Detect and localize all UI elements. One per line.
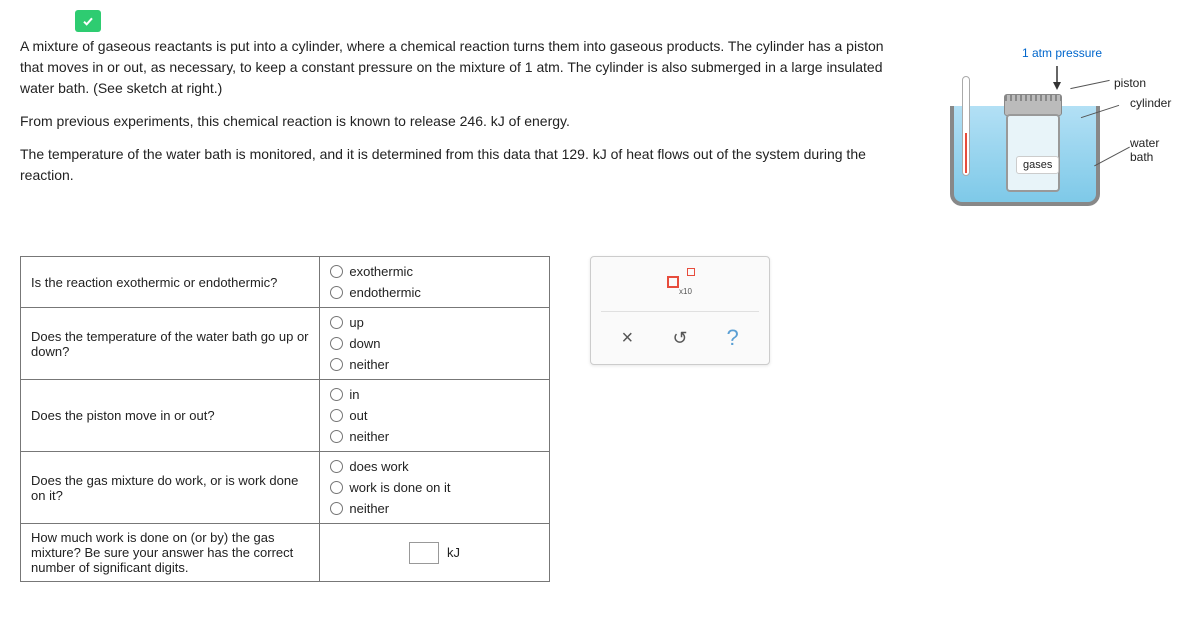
radio-input[interactable] <box>330 316 343 329</box>
question-prompt-1: Is the reaction exothermic or endothermi… <box>21 257 320 308</box>
radio-option-out[interactable]: out <box>330 405 539 426</box>
question-prompt-2: Does the temperature of the water bath g… <box>21 308 320 380</box>
answer-cell-2: up down neither <box>320 308 550 380</box>
radio-label: does work <box>349 459 408 474</box>
controls-row-bottom: × ↺ ? <box>601 311 759 354</box>
piston-label: piston <box>1114 76 1146 90</box>
question-icon: ? <box>727 325 739 351</box>
gases-label: gases <box>1016 156 1059 174</box>
pressure-label: 1 atm pressure <box>1022 46 1102 60</box>
radio-input[interactable] <box>330 358 343 371</box>
radio-option-exothermic[interactable]: exothermic <box>330 261 539 282</box>
clear-button[interactable]: × <box>609 322 645 354</box>
question-table: Is the reaction exothermic or endothermi… <box>20 256 550 582</box>
radio-input[interactable] <box>330 388 343 401</box>
table-row: How much work is done on (or by) the gas… <box>21 524 550 582</box>
radio-option-does-work[interactable]: does work <box>330 456 539 477</box>
table-row: Does the temperature of the water bath g… <box>21 308 550 380</box>
radio-label: work is done on it <box>349 480 450 495</box>
piston-shape <box>1004 94 1062 116</box>
radio-label: out <box>349 408 367 423</box>
reset-button[interactable]: ↺ <box>662 322 698 354</box>
water-bath-label: water bath <box>1130 136 1180 164</box>
problem-paragraph-1: A mixture of gaseous reactants is put in… <box>20 36 900 99</box>
scientific-notation-icon: x10 <box>665 270 695 296</box>
radio-label: neither <box>349 357 389 372</box>
radio-option-neither[interactable]: neither <box>330 354 539 375</box>
question-prompt-3: Does the piston move in or out? <box>21 380 320 452</box>
question-prompt-4: Does the gas mixture do work, or is work… <box>21 452 320 524</box>
radio-input[interactable] <box>330 265 343 278</box>
answer-cell-5: kJ <box>320 524 550 582</box>
problem-paragraph-3: The temperature of the water bath is mon… <box>20 144 900 186</box>
scientific-notation-button[interactable]: x10 <box>662 267 698 299</box>
radio-option-work-done-on-it[interactable]: work is done on it <box>330 477 539 498</box>
radio-option-down[interactable]: down <box>330 333 539 354</box>
thermometer-shape <box>962 76 970 176</box>
radio-input[interactable] <box>330 481 343 494</box>
radio-label: neither <box>349 501 389 516</box>
radio-label: up <box>349 315 363 330</box>
radio-input[interactable] <box>330 409 343 422</box>
radio-input[interactable] <box>330 286 343 299</box>
arrow-down-icon <box>1050 66 1064 93</box>
radio-option-in[interactable]: in <box>330 384 539 405</box>
radio-option-up[interactable]: up <box>330 312 539 333</box>
content-wrapper: A mixture of gaseous reactants is put in… <box>20 36 1180 216</box>
radio-label: down <box>349 336 380 351</box>
radio-input[interactable] <box>330 460 343 473</box>
controls-panel: x10 × ↺ ? <box>590 256 770 365</box>
radio-label: exothermic <box>349 264 413 279</box>
radio-label: neither <box>349 429 389 444</box>
radio-input[interactable] <box>330 430 343 443</box>
radio-label: in <box>349 387 359 402</box>
table-row: Does the gas mixture do work, or is work… <box>21 452 550 524</box>
reset-icon: ↺ <box>672 328 687 349</box>
help-button[interactable]: ? <box>715 322 751 354</box>
table-row: Is the reaction exothermic or endothermi… <box>21 257 550 308</box>
table-row: Does the piston move in or out? in out n… <box>21 380 550 452</box>
question-prompt-5: How much work is done on (or by) the gas… <box>21 524 320 582</box>
radio-option-neither[interactable]: neither <box>330 498 539 519</box>
answer-cell-1: exothermic endothermic <box>320 257 550 308</box>
completed-checkmark <box>75 10 101 32</box>
cylinder-label: cylinder <box>1130 96 1171 110</box>
radio-option-neither[interactable]: neither <box>330 426 539 447</box>
controls-row-top: x10 <box>601 267 759 299</box>
radio-option-endothermic[interactable]: endothermic <box>330 282 539 303</box>
problem-paragraph-2: From previous experiments, this chemical… <box>20 111 900 132</box>
work-value-input[interactable] <box>409 542 439 564</box>
questions-area: Is the reaction exothermic or endothermi… <box>20 256 1180 582</box>
x-icon: × <box>621 327 633 350</box>
radio-label: endothermic <box>349 285 421 300</box>
radio-input[interactable] <box>330 502 343 515</box>
answer-cell-3: in out neither <box>320 380 550 452</box>
cylinder-shape <box>1006 114 1060 192</box>
callout-line <box>1070 80 1109 89</box>
answer-cell-4: does work work is done on it neither <box>320 452 550 524</box>
problem-text: A mixture of gaseous reactants is put in… <box>20 36 900 198</box>
radio-input[interactable] <box>330 337 343 350</box>
apparatus-diagram: 1 atm pressure piston cylinder water bat… <box>920 36 1180 216</box>
unit-label: kJ <box>447 545 460 560</box>
